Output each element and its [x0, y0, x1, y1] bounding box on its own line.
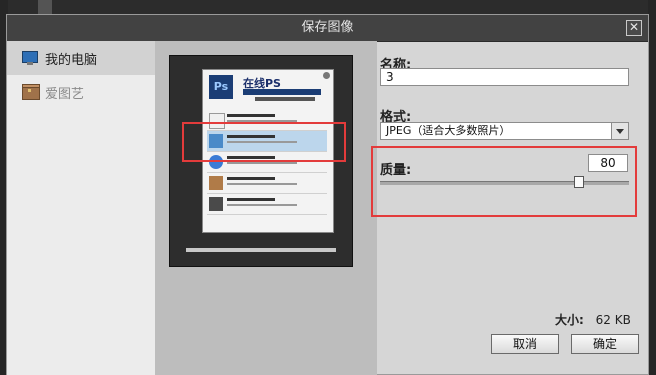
size-readout: 大小: 62 KB	[555, 311, 631, 328]
size-value: 62 KB	[595, 313, 631, 327]
highlight-box-preview	[182, 122, 346, 162]
sidebar-item-label: 爱图艺	[45, 86, 85, 102]
close-button[interactable]: ✕	[626, 20, 642, 36]
chevron-down-icon[interactable]	[611, 123, 628, 139]
ok-button[interactable]: 确定	[571, 334, 639, 354]
sidebar: 我的电脑 爱图艺	[7, 41, 156, 375]
preview-caption	[170, 248, 352, 256]
preview-area: Ps 在线PS	[155, 41, 377, 375]
computer-icon	[21, 50, 39, 66]
quality-input[interactable]: 80	[588, 154, 628, 172]
dialog-title: 保存图像	[301, 20, 354, 35]
size-label: 大小:	[555, 313, 584, 327]
save-image-dialog: 保存图像 ✕ 我的电脑 爱图艺 Ps 在线PS 名称: 3 格式: JPEG（适…	[6, 14, 649, 375]
background-strip	[0, 0, 656, 14]
ps-logo-icon: Ps	[209, 75, 233, 99]
background-right	[648, 0, 656, 375]
preview-close-icon	[323, 72, 330, 79]
format-select[interactable]: JPEG（适合大多数照片）	[380, 122, 629, 140]
quality-label: 质量:	[380, 163, 412, 178]
format-select-value: JPEG（适合大多数照片）	[386, 124, 511, 137]
sidebar-item-my-computer[interactable]: 我的电脑	[7, 41, 155, 75]
preview-row	[207, 173, 327, 194]
dialog-titlebar: 保存图像 ✕	[7, 15, 648, 42]
preview-row	[207, 194, 327, 215]
name-input[interactable]: 3	[380, 68, 629, 86]
quality-slider-track[interactable]	[380, 181, 629, 185]
background-bar	[38, 0, 52, 14]
preview-url	[255, 97, 315, 101]
chest-icon	[21, 84, 40, 100]
sidebar-item-aituyi[interactable]: 爱图艺	[7, 75, 155, 109]
preview-tagline	[243, 89, 321, 95]
quality-slider-thumb[interactable]	[574, 176, 584, 188]
cancel-button[interactable]: 取消	[491, 334, 559, 354]
sidebar-item-label: 我的电脑	[45, 52, 98, 68]
